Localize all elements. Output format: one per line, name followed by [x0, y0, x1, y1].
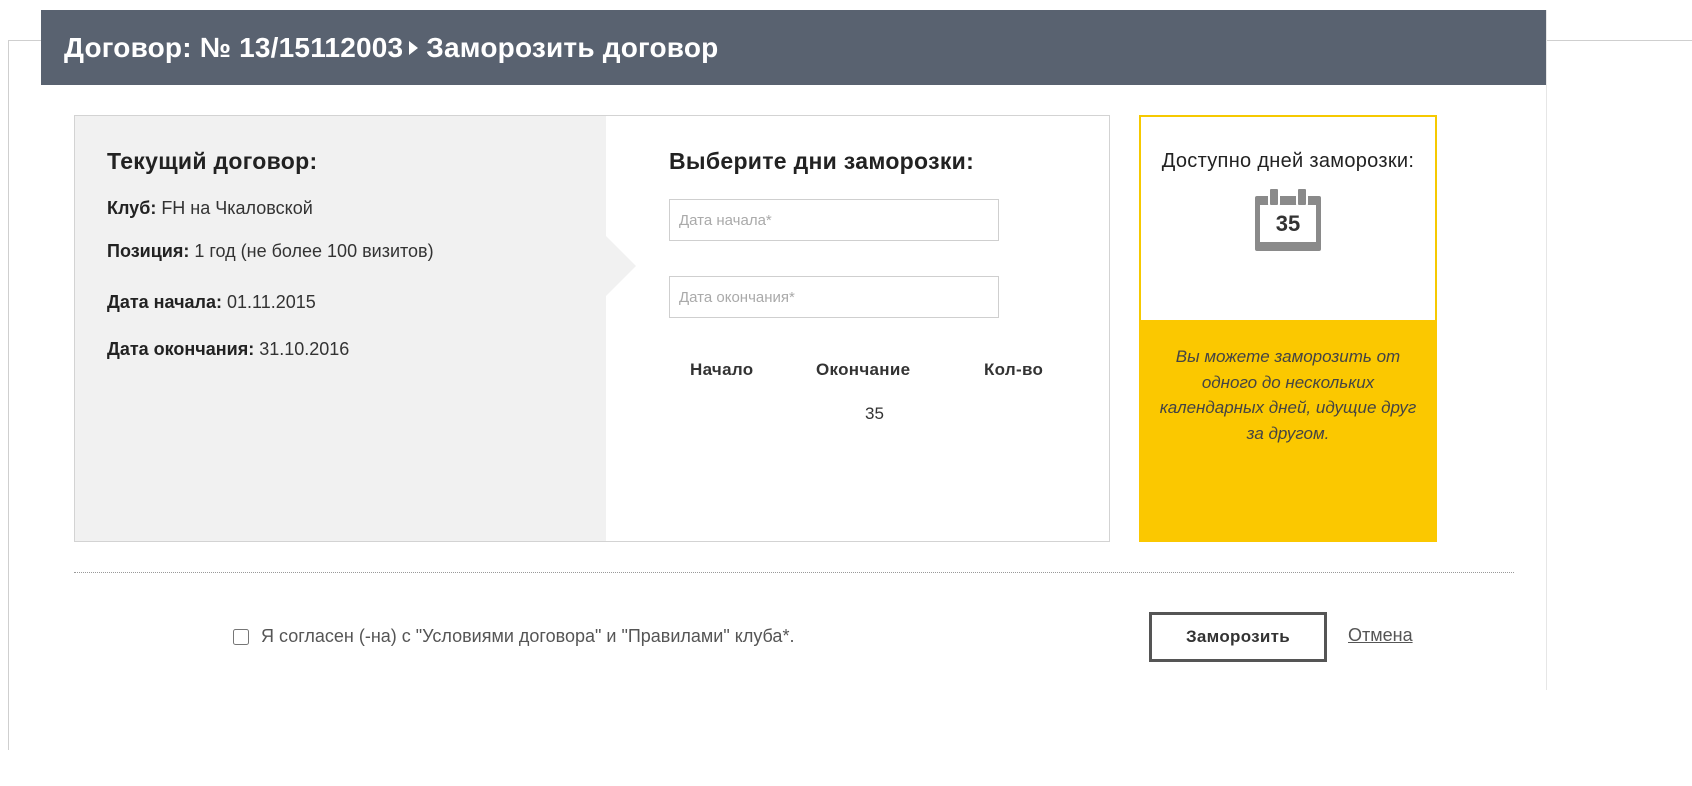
end-date-value: 31.10.2016	[254, 339, 350, 359]
section-pointer-arrow	[606, 236, 636, 296]
column-header-count: Кол-во	[984, 360, 1044, 379]
club-value: FH на Чкаловской	[156, 198, 313, 218]
position-value: 1 год (не более 100 визитов)	[189, 241, 434, 261]
start-date-label: Дата начала:	[107, 292, 222, 312]
breadcrumb-contract: Договор: № 13/15112003	[64, 31, 404, 63]
current-contract-section: Текущий договор: Клуб: FH на Чкаловской …	[75, 116, 636, 541]
available-days-note: Вы можете заморозить от одного до нескол…	[1139, 320, 1437, 542]
freeze-contract-modal: Договор: № 13/15112003 Заморозить догово…	[41, 10, 1547, 690]
cancel-link[interactable]: Отмена	[1348, 625, 1413, 646]
calendar-icon: 35	[1255, 187, 1321, 251]
column-header-start: Начало	[690, 360, 754, 379]
start-date-value: 01.11.2015	[222, 292, 316, 312]
breadcrumb-arrow-icon	[409, 40, 419, 55]
freeze-count-value: 35	[865, 404, 884, 423]
freeze-button[interactable]: Заморозить	[1149, 612, 1327, 662]
end-date-label: Дата окончания:	[107, 339, 255, 359]
modal-header: Договор: № 13/15112003 Заморозить догово…	[41, 10, 1546, 85]
available-days-top: Доступно дней заморозки: 35	[1139, 115, 1437, 320]
available-days-card: Доступно дней заморозки: 35 Вы можете за…	[1139, 115, 1437, 542]
agreement-row[interactable]: Я согласен (-на) с "Условиями договора" …	[233, 626, 794, 647]
start-date-row: Дата начала: 01.11.2015	[107, 292, 316, 313]
available-days-count: 35	[1260, 205, 1316, 242]
page-frame-top	[8, 40, 42, 41]
freeze-end-date-input[interactable]	[669, 276, 999, 318]
freeze-start-date-input[interactable]	[669, 199, 999, 241]
club-row: Клуб: FH на Чкаловской	[107, 198, 313, 219]
column-header-end: Окончание	[816, 360, 911, 379]
page-frame-top-right	[1546, 40, 1692, 41]
club-label: Клуб:	[107, 198, 157, 218]
end-date-row: Дата окончания: 31.10.2016	[107, 339, 349, 360]
position-label: Позиция:	[107, 241, 190, 261]
freeze-days-title: Выберите дни заморозки:	[669, 148, 975, 174]
position-row: Позиция: 1 год (не более 100 визитов)	[107, 241, 434, 262]
breadcrumb-current: Заморозить договор	[426, 31, 719, 63]
page-frame-left	[8, 40, 9, 750]
available-days-title: Доступно дней заморозки:	[1161, 150, 1415, 172]
current-contract-title: Текущий договор:	[107, 148, 318, 174]
agreement-text: Я согласен (-на) с "Условиями договора" …	[261, 626, 795, 646]
agreement-checkbox[interactable]	[233, 628, 249, 645]
freeze-form-panel: Текущий договор: Клуб: FH на Чкаловской …	[74, 115, 1110, 542]
section-divider	[74, 572, 1514, 573]
